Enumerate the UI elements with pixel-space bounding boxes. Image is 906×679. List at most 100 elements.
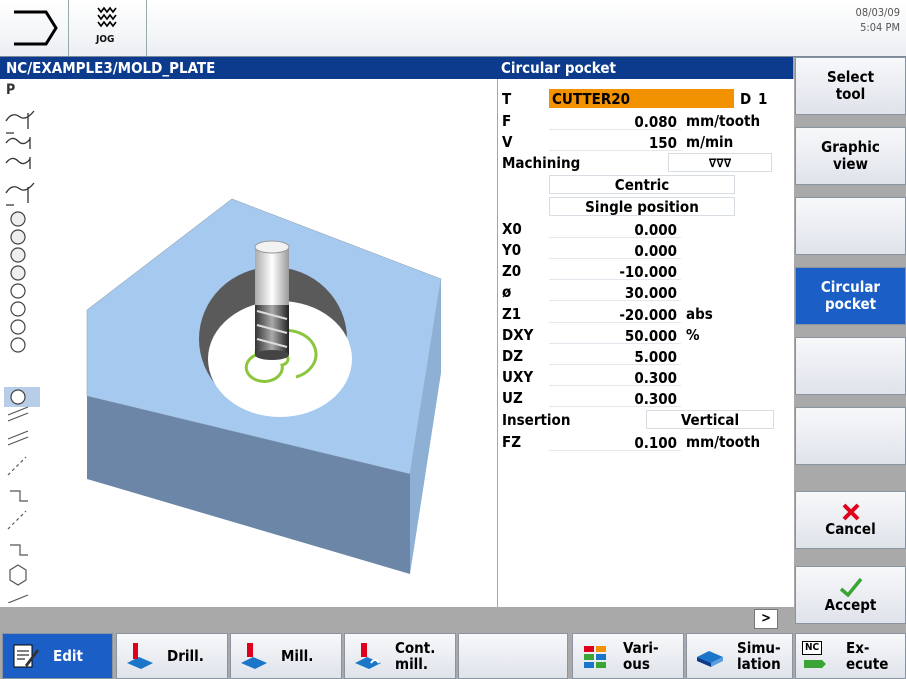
program-header-step[interactable]: P	[6, 81, 38, 99]
edit-button[interactable]: Edit	[2, 633, 113, 679]
cancel-button[interactable]: Cancel	[795, 491, 906, 549]
z0-label: Z0	[502, 262, 522, 280]
d-field[interactable]: 1	[756, 89, 792, 108]
softkey-empty-3[interactable]	[795, 197, 906, 255]
circular-pocket-step-icon	[10, 389, 26, 405]
z1-label: Z1	[502, 305, 522, 323]
form-row-uxy: UXY 0.300	[498, 367, 794, 387]
y0-field[interactable]: 0.000	[549, 241, 681, 260]
execute-arrow-icon	[804, 660, 826, 668]
drill-step-icon-1	[7, 406, 29, 422]
circular-pocket-label-2: pocket	[824, 295, 877, 313]
z1-unit[interactable]: abs	[686, 304, 713, 324]
tool-shank	[255, 247, 289, 305]
contour-mill-icon	[355, 643, 381, 669]
hsoftkey-empty[interactable]	[458, 633, 568, 679]
drill-step-icon-3	[7, 594, 29, 603]
mill-button[interactable]: Mill.	[230, 633, 342, 679]
simulation-label: Simu- lation	[737, 640, 781, 672]
softkey-empty-5[interactable]	[795, 337, 906, 395]
more-arrow-button[interactable]: >	[754, 609, 778, 629]
form-row-feed: F 0.080 mm/tooth	[498, 111, 794, 131]
edit-icon	[13, 644, 39, 668]
insertion-label: Insertion	[502, 411, 571, 429]
hex-step-icon	[9, 564, 27, 586]
program-steps-strip[interactable]: P	[0, 79, 47, 607]
fz-field[interactable]: 0.100	[549, 433, 681, 452]
program-frame-icon	[14, 10, 58, 46]
uz-field[interactable]: 0.300	[549, 389, 681, 408]
fz-unit[interactable]: mm/tooth	[686, 432, 760, 452]
accept-button[interactable]: Accept	[795, 566, 906, 624]
speed-unit[interactable]: m/min	[686, 132, 733, 152]
various-button[interactable]: Vari- ous	[572, 633, 684, 679]
form-row-machining: Machining ∇∇∇	[498, 153, 794, 173]
feed-unit[interactable]: mm/tooth	[686, 111, 760, 131]
graphic-view-label-2: view	[832, 155, 869, 173]
form-row-dxy: DXY 50.000 %	[498, 325, 794, 345]
drill-button[interactable]: Drill.	[116, 633, 228, 679]
simulation-label-2: lation	[737, 655, 781, 673]
dxy-label: DXY	[502, 326, 534, 344]
simulation-button[interactable]: Simu- lation	[686, 633, 793, 679]
select-tool-button[interactable]: Select tool	[795, 57, 906, 115]
parameter-form: T CUTTER20 D 1 F 0.080 mm/tooth V 150 m/…	[497, 79, 794, 607]
jog-wave-icon	[97, 6, 117, 28]
drill-step-icon-2	[7, 430, 29, 446]
graphic-view[interactable]	[46, 79, 497, 607]
d-label: D	[740, 90, 752, 108]
pocket-step-icon-3	[10, 247, 26, 263]
y0-label: Y0	[502, 241, 522, 259]
form-row-z0: Z0 -10.000	[498, 261, 794, 281]
uxy-field[interactable]: 0.300	[549, 368, 681, 387]
mill-label: Mill.	[281, 647, 314, 665]
feed-label: F	[502, 112, 512, 130]
uxy-label: UXY	[502, 368, 534, 386]
execute-icon: NC	[802, 641, 830, 671]
form-row-uz: UZ 0.300	[498, 388, 794, 408]
form-row-diameter: ø 30.000	[498, 282, 794, 302]
dz-label: DZ	[502, 347, 523, 365]
x0-label: X0	[502, 220, 522, 238]
position-mode-select[interactable]: Centric	[549, 175, 735, 194]
z0-field[interactable]: -10.000	[549, 262, 681, 281]
tool-field[interactable]: CUTTER20	[549, 89, 734, 108]
x0-field[interactable]: 0.000	[549, 220, 681, 239]
softkey-empty-6[interactable]	[795, 407, 906, 465]
pocket-step-icon-6	[10, 301, 26, 317]
form-row-centric: Centric	[498, 175, 794, 195]
insertion-select[interactable]: Vertical	[646, 410, 774, 429]
diameter-field[interactable]: 30.000	[549, 283, 681, 302]
contour-mill-button[interactable]: Cont. mill.	[344, 633, 456, 679]
form-row-y0: Y0 0.000	[498, 240, 794, 260]
drill-icon	[127, 643, 153, 669]
graphic-view-button[interactable]: Graphic view	[795, 127, 906, 185]
various-label: Vari- ous	[623, 640, 659, 672]
contour-step-icon-2	[5, 182, 35, 194]
dxy-unit[interactable]: %	[686, 325, 700, 345]
contour-step-icon	[5, 110, 35, 122]
simulation-icon	[697, 651, 723, 667]
position-step-icon-1	[10, 490, 28, 502]
form-row-insertion: Insertion Vertical	[498, 410, 794, 430]
various-label-2: ous	[623, 655, 650, 673]
accept-check-icon	[839, 577, 862, 597]
circular-pocket-button[interactable]: Circular pocket	[795, 267, 906, 325]
path-step-icon-2	[7, 510, 27, 530]
feed-field[interactable]: 0.080	[549, 112, 681, 131]
form-row-z1: Z1 -20.000 abs	[498, 304, 794, 324]
dxy-field[interactable]: 50.000	[549, 326, 681, 345]
date-text: 08/03/09	[855, 6, 900, 19]
machining-select[interactable]: ∇∇∇	[668, 153, 772, 172]
z1-field[interactable]: -20.000	[549, 305, 681, 324]
execute-button[interactable]: NC Ex- ecute	[795, 633, 906, 679]
pocket-step-icon-8	[10, 337, 26, 353]
speed-field[interactable]: 150	[549, 133, 681, 152]
dz-field[interactable]: 5.000	[549, 347, 681, 366]
graphic-view-label-1: Graphic	[821, 138, 880, 156]
uz-label: UZ	[502, 389, 523, 407]
various-icon	[584, 646, 606, 668]
position-step-icon-2	[10, 544, 28, 556]
pocket-step-icon-5	[10, 283, 26, 299]
position-pattern-select[interactable]: Single position	[549, 197, 735, 216]
